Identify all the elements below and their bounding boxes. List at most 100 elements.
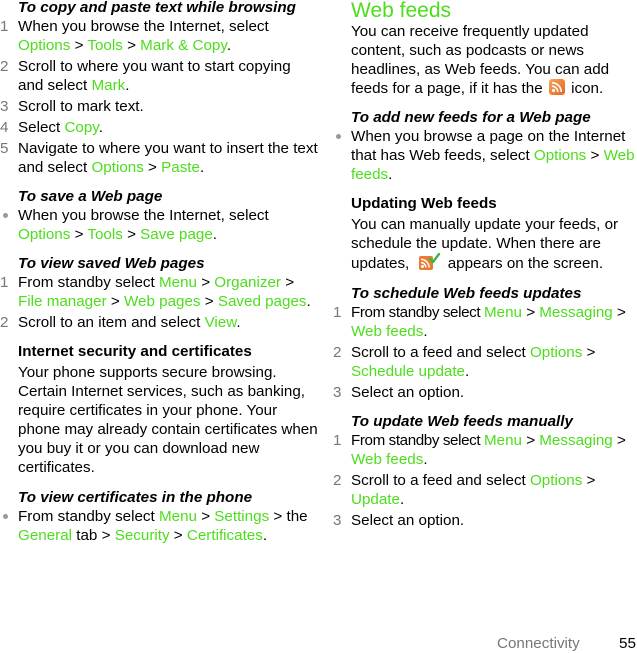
footer-section-title: Connectivity <box>497 635 580 652</box>
menu-item-save-page: Save page <box>140 226 213 243</box>
copy-paste-steps: 1 When you browse the Internet, select Op… <box>0 17 318 177</box>
punctuation: . <box>399 491 405 508</box>
step-number: 3 <box>0 98 9 115</box>
separator: > <box>196 508 215 525</box>
menu-item-web-feeds: Web feeds <box>351 451 424 468</box>
menu-item-options: Options <box>529 472 583 489</box>
step-number: 3 <box>333 384 342 401</box>
punctuation: . <box>199 159 205 176</box>
bullet-icon <box>336 134 341 139</box>
step-number: 2 <box>333 472 342 489</box>
step-number: 3 <box>333 512 342 529</box>
separator: > <box>200 293 218 310</box>
step-text: Scroll to where you want to start copyin… <box>18 58 291 94</box>
separator: > <box>612 432 626 449</box>
bullet-item: From standby select Menu > Settings > th… <box>0 507 318 545</box>
manual-steps: 1 From standby select Menu > Messaging > … <box>333 431 637 530</box>
separator: > <box>582 344 596 361</box>
step-text: Select an option. <box>351 512 465 529</box>
punctuation: . <box>262 527 268 544</box>
menu-item-messaging: Messaging <box>539 304 613 321</box>
heading-copy-paste: To copy and paste text while browsing <box>18 0 296 16</box>
menu-item-mark-copy: Mark & Copy <box>140 37 227 54</box>
step-number: 2 <box>0 58 9 75</box>
punctuation: . <box>423 323 428 340</box>
punctuation: . <box>226 37 232 54</box>
separator: > <box>169 527 187 544</box>
menu-item-tools: Tools <box>87 226 123 243</box>
heading-view-saved: To view saved Web pages <box>18 255 205 272</box>
heading-manual: To update Web feeds manually <box>351 413 573 430</box>
step-number: 5 <box>0 140 9 157</box>
rss-feed-icon <box>548 79 565 95</box>
menu-item-certificates: Certificates <box>186 527 263 544</box>
punctuation: . <box>306 293 311 310</box>
bullet-item: When you browse the Internet, select Opt… <box>0 206 318 244</box>
separator: > <box>106 293 124 310</box>
separator: > the <box>269 508 308 525</box>
menu-item-settings: Settings <box>214 508 270 525</box>
step: 2 Scroll to a feed and select Options > U… <box>333 471 637 509</box>
step-text: Scroll to a feed and select <box>351 472 530 489</box>
bullet-item: When you browse a page on the Internet t… <box>333 127 637 184</box>
menu-item-options: Options <box>533 147 587 164</box>
separator: > <box>612 304 626 321</box>
step-text: Select <box>18 119 65 136</box>
step-text: From standby select <box>351 432 484 449</box>
heading-web-feeds: Web feeds <box>351 0 452 22</box>
menu-item-tools: Tools <box>87 37 123 54</box>
punctuation: . <box>388 166 393 183</box>
step: 2 Scroll to a feed and select Options > S… <box>333 343 637 381</box>
separator: > <box>521 304 540 321</box>
step-number: 4 <box>0 119 9 136</box>
step-number: 1 <box>0 18 9 35</box>
save-page-bullets: When you browse the Internet, select Opt… <box>0 206 318 244</box>
step-text: Select an option. <box>351 384 465 401</box>
step-number: 1 <box>333 432 342 449</box>
punctuation: . <box>465 363 470 380</box>
step-text: From standby select <box>351 304 484 321</box>
step: 1 From standby select Menu > Messaging > … <box>333 303 637 341</box>
step: 3 Scroll to mark text. <box>0 97 318 116</box>
page-number: 55 <box>619 635 636 652</box>
menu-item-copy: Copy <box>64 119 99 136</box>
tab-general: General <box>18 527 73 544</box>
view-saved-steps: 1 From standby select Menu > Organizer > … <box>0 273 318 332</box>
menu-item-menu: Menu <box>483 432 522 449</box>
menu-item-saved-pages: Saved pages <box>217 293 307 310</box>
punctuation: . <box>98 119 103 136</box>
menu-item-view: View <box>204 314 237 331</box>
bullet-icon <box>3 213 8 218</box>
menu-item-security: Security <box>114 527 170 544</box>
punctuation: . <box>212 226 218 243</box>
updating-body: You can manually update your feeds, or s… <box>333 215 637 273</box>
step-number: 1 <box>333 304 342 321</box>
bullet-text: When you browse the Internet, select <box>18 207 269 224</box>
separator: > <box>196 274 215 291</box>
rss-feed-updated-icon <box>418 253 440 271</box>
body-text: appears on the screen. <box>443 255 604 272</box>
step-text: When you browse the Internet, select <box>18 18 269 35</box>
step: 5 Navigate to where you want to insert th… <box>0 139 318 177</box>
step: 2 Scroll to where you want to start copyi… <box>0 57 318 95</box>
menu-item-schedule-update: Schedule update <box>351 363 466 380</box>
menu-item-options: Options <box>18 37 71 54</box>
page-footer: Connectivity 55 <box>497 634 636 653</box>
menu-item-web-pages: Web pages <box>123 293 201 310</box>
heading-save-page: To save a Web page <box>18 188 163 205</box>
heading-view-certs: To view certificates in the phone <box>18 489 253 506</box>
bullet-text: From standby select <box>18 508 159 525</box>
step-text: Scroll to a feed and select <box>351 344 530 361</box>
menu-item-update: Update <box>351 491 400 508</box>
separator: > <box>70 226 88 243</box>
step-number: 2 <box>0 314 9 331</box>
step-text: Scroll to mark text. <box>18 98 144 115</box>
menu-item-organizer: Organizer <box>214 274 281 291</box>
heading-add-feeds: To add new feeds for a Web page <box>351 109 591 126</box>
step: 3 Select an option. <box>333 383 637 402</box>
menu-item-menu: Menu <box>158 508 197 525</box>
separator: > <box>521 432 540 449</box>
heading-updating: Updating Web feeds <box>351 195 497 212</box>
step: 4 Select Copy. <box>0 118 318 137</box>
separator: > <box>582 472 596 489</box>
